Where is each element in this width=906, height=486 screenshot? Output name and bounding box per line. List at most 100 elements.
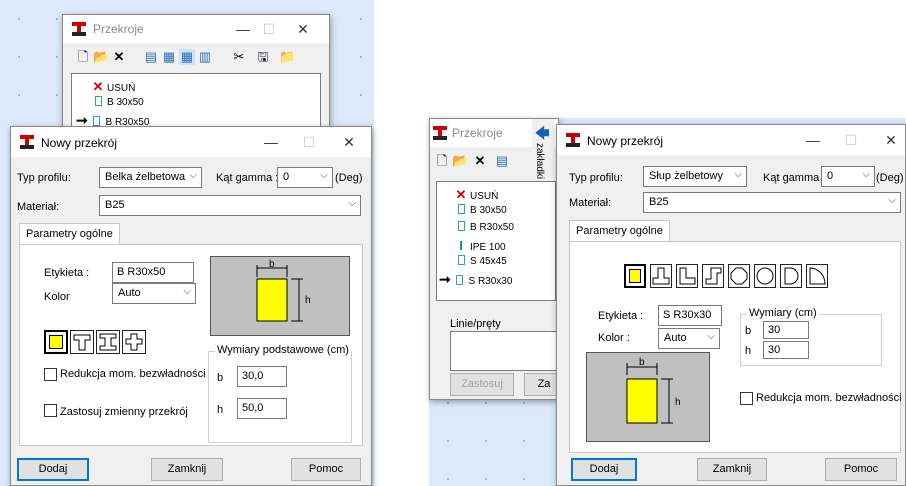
kat-unit-label: (Deg) xyxy=(876,172,904,184)
b-label: b xyxy=(217,372,224,384)
half-circle-shape-icon xyxy=(784,267,799,285)
wymiary-title: Wymiary (cm) xyxy=(747,307,819,319)
list-item[interactable]: B 30x50 xyxy=(455,204,507,216)
chevron-down-icon: ⌵ xyxy=(320,170,328,181)
pomoc-button[interactable]: Pomoc xyxy=(825,458,897,481)
view-list-icon[interactable]: ▤ xyxy=(143,49,159,65)
save-icon[interactable]: 🖫 xyxy=(255,49,271,65)
new-doc-icon[interactable]: 🗋 xyxy=(75,49,91,65)
h-input[interactable]: 50,0 xyxy=(237,398,287,419)
minimize-icon[interactable]: — xyxy=(261,132,281,152)
pomoc-button[interactable]: Pomoc xyxy=(291,458,361,481)
tab-parametry-ogolne[interactable]: Parametry ogólne xyxy=(569,220,670,242)
octagon-shape-button[interactable] xyxy=(728,264,750,288)
wymiary-podstawowe-group: Wymiary podstawowe (cm) b 30,0 h 50,0 xyxy=(208,344,352,443)
open-folder-icon[interactable]: 📂 xyxy=(452,153,468,169)
material-select[interactable]: B25 ⌵ xyxy=(99,195,361,216)
etykieta-input[interactable]: B R30x50 xyxy=(112,262,194,283)
half-circle-shape-button[interactable] xyxy=(780,264,802,288)
kat-gamma-label: Kąt gamma : xyxy=(216,172,279,184)
etykieta-input[interactable]: S R30x30 xyxy=(658,305,722,326)
zmienny-przekroj-checkbox[interactable] xyxy=(44,404,57,417)
kolor-select[interactable]: Auto ⌵ xyxy=(658,328,720,349)
t-shape-button[interactable] xyxy=(70,330,94,354)
maximize-icon: ☐ xyxy=(302,134,316,150)
section-preview: b h xyxy=(586,352,710,442)
rectangle-shape-button[interactable] xyxy=(624,264,646,288)
t-inverted-shape-button[interactable] xyxy=(650,264,672,288)
tab-panel: Etykieta : S R30x30 Kolor : Auto ⌵ Wymiar… xyxy=(569,241,902,453)
tab-parametry-ogolne[interactable]: Parametry ogólne xyxy=(19,223,120,245)
b-input[interactable]: 30,0 xyxy=(237,366,287,387)
circle-shape-button[interactable] xyxy=(754,264,776,288)
kolor-select[interactable]: Auto ⌵ xyxy=(112,283,196,304)
z-shape-button[interactable] xyxy=(702,264,724,288)
wymiary-group: Wymiary (cm) b 30 h 30 xyxy=(740,307,882,366)
typ-profilu-select[interactable]: Belka żelbetowa ⌵ xyxy=(99,167,202,188)
minimize-icon[interactable]: — xyxy=(233,19,253,39)
new-doc-icon[interactable]: 🗋 xyxy=(434,153,450,169)
z-shape-icon xyxy=(705,267,722,285)
view-list-icon[interactable]: ▤ xyxy=(494,153,510,169)
material-label: Materiał: xyxy=(569,197,612,209)
list-item[interactable]: B 30x50 xyxy=(92,96,144,108)
kat-gamma-label: Kąt gamma : xyxy=(763,172,826,184)
list-item[interactable]: B R30x50 xyxy=(455,221,514,233)
preview-h-label: h xyxy=(675,397,681,408)
chevron-down-icon: ⌵ xyxy=(888,195,896,206)
h-label: h xyxy=(745,345,752,357)
i-shape-icon xyxy=(99,333,117,351)
dodaj-button[interactable]: Dodaj xyxy=(571,458,637,481)
quarter-circle-shape-button[interactable] xyxy=(806,264,828,288)
material-select[interactable]: B25 ⌵ xyxy=(643,192,901,213)
view-table-icon[interactable]: ▥ xyxy=(197,49,213,65)
maximize-icon: ☐ xyxy=(844,132,858,148)
l-shape-button[interactable] xyxy=(676,264,698,288)
redukcja-checkbox[interactable] xyxy=(740,392,753,405)
zamknij-button[interactable]: Zamknij xyxy=(151,458,223,481)
redukcja-checkbox[interactable] xyxy=(44,368,57,381)
folder-star-icon[interactable]: 📁 xyxy=(279,49,295,65)
list-item[interactable]: I IPE 100 xyxy=(455,238,505,253)
kat-gamma-select[interactable]: 0 ⌵ xyxy=(277,167,333,188)
minimize-icon[interactable]: — xyxy=(803,130,823,150)
sections-list[interactable]: ✕ USUŃ B 30x50 ➞ B R30x50 xyxy=(71,73,321,131)
zamknij-button[interactable]: Zamknij xyxy=(697,458,767,481)
close-icon[interactable]: ✕ xyxy=(881,130,901,150)
linie-prety-input[interactable] xyxy=(450,331,558,371)
maximize-icon: ☐ xyxy=(262,21,276,37)
rectangle-section-icon xyxy=(456,275,464,285)
delete-icon[interactable]: ✕ xyxy=(111,49,127,65)
cut-icon[interactable]: ✂ xyxy=(231,49,247,65)
rectangle-shape-button[interactable] xyxy=(44,330,68,354)
typ-profilu-select[interactable]: Słup żelbetowy ⌵ xyxy=(643,166,747,187)
b-label: b xyxy=(745,325,752,337)
list-item[interactable]: S 45x45 xyxy=(455,255,507,267)
view-grid-icon[interactable]: ▦ xyxy=(179,49,195,65)
dodaj-button[interactable]: Dodaj xyxy=(17,458,89,481)
i-shape-button[interactable] xyxy=(96,330,120,354)
chevron-down-icon: ⌵ xyxy=(734,169,742,180)
preview-b-label: b xyxy=(639,357,645,368)
sections-list[interactable]: ✕ USUŃ B 30x50 B R30x50 I IPE 100 S 45x45 … xyxy=(436,181,556,301)
list-item[interactable]: ✕ USUŃ xyxy=(455,187,499,203)
zastosuj-button[interactable]: Zastosuj xyxy=(450,373,514,396)
delete-icon[interactable]: ✕ xyxy=(472,153,488,169)
dialog-title: Nowy przekrój xyxy=(41,136,118,150)
b-input[interactable]: 30 xyxy=(763,321,809,339)
close-icon[interactable]: ✕ xyxy=(293,19,313,39)
app-logo-icon xyxy=(72,22,86,36)
list-item[interactable]: ➞ S R30x30 xyxy=(439,271,512,288)
list-item[interactable]: ✕ USUŃ xyxy=(92,79,136,95)
open-folder-icon[interactable]: 📂 xyxy=(93,49,109,65)
h-input[interactable]: 30 xyxy=(763,341,809,359)
chevron-down-icon: ⌵ xyxy=(189,170,197,181)
cross-shape-button[interactable] xyxy=(122,330,146,354)
etykieta-label: Etykieta : xyxy=(44,267,90,279)
t-shape-icon xyxy=(73,334,91,351)
za-button[interactable]: Za xyxy=(524,373,558,396)
view-details-icon[interactable]: ▦ xyxy=(161,49,177,65)
kat-gamma-select[interactable]: 0 ⌵ xyxy=(821,166,875,187)
close-icon[interactable]: ✕ xyxy=(339,132,359,152)
chevron-down-icon: ⌵ xyxy=(183,286,191,297)
